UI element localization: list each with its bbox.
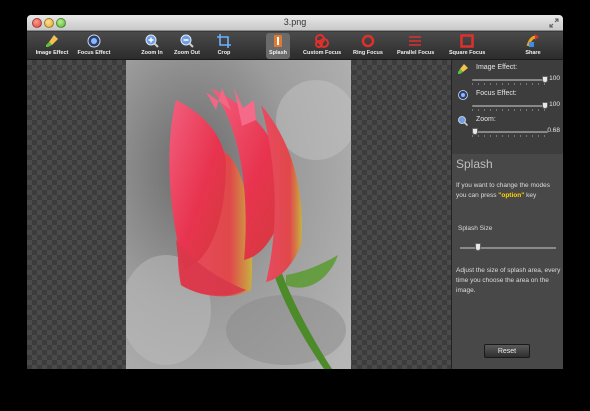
window-title: 3.png bbox=[283, 17, 307, 27]
ring-focus-label: Ring Focus bbox=[353, 50, 383, 56]
custom-focus-icon bbox=[315, 34, 329, 48]
zoom-slider-ticks bbox=[472, 135, 548, 137]
splash-size-slider-knob[interactable] bbox=[475, 243, 482, 251]
splash-label: Splash bbox=[268, 50, 288, 56]
focus-effect-slider-label: Focus Effect: bbox=[476, 90, 517, 97]
mode-title: Splash bbox=[456, 157, 493, 171]
share-icon bbox=[526, 34, 539, 47]
zoom-value: 0.68 bbox=[547, 127, 560, 134]
splash-button[interactable]: Splash bbox=[266, 33, 290, 59]
parallel-focus-icon bbox=[409, 36, 421, 46]
parallel-focus-button[interactable]: Parallel Focus bbox=[397, 33, 435, 59]
brush-icon bbox=[46, 35, 58, 47]
square-focus-button[interactable]: Square Focus bbox=[449, 33, 485, 59]
focus-effect-label: Focus Effect bbox=[77, 50, 111, 56]
splash-size-description: Adjust the size of splash area, every ti… bbox=[456, 267, 561, 294]
mode-info-box: Splash If you want to change the modes y… bbox=[452, 154, 563, 369]
focus-effect-slider-ticks bbox=[472, 109, 548, 111]
zoom-slider-knob[interactable] bbox=[472, 128, 478, 135]
app-window: 3.png Image Effect Focus Effect Zoom In … bbox=[27, 15, 563, 369]
splash-icon bbox=[274, 35, 282, 47]
custom-focus-label: Custom Focus bbox=[303, 50, 342, 56]
share-button[interactable]: Share bbox=[521, 33, 545, 59]
crop-icon bbox=[217, 34, 231, 48]
parallel-focus-label: Parallel Focus bbox=[397, 50, 435, 56]
focus-effect-slider-track[interactable] bbox=[472, 105, 548, 107]
square-focus-label: Square Focus bbox=[449, 50, 486, 56]
settings-panel: Image Effect: 100 Focus Effect: 100 Zoom… bbox=[451, 60, 563, 369]
image-effect-slider-label: Image Effect: bbox=[476, 64, 518, 71]
zoom-slider-label: Zoom: bbox=[476, 116, 496, 123]
image-effect-slider-ticks bbox=[472, 83, 548, 85]
image-effect-button[interactable]: Image Effect bbox=[35, 33, 69, 59]
zoom-out-icon bbox=[180, 34, 194, 48]
image-canvas[interactable] bbox=[27, 60, 451, 369]
tulip-photo[interactable] bbox=[126, 60, 351, 369]
mode-description: If you want to change the modes you can … bbox=[456, 181, 562, 201]
image-effect-label: Image Effect bbox=[35, 50, 69, 56]
ring-focus-icon bbox=[361, 34, 375, 48]
lens-icon bbox=[87, 34, 101, 48]
square-focus-icon bbox=[460, 34, 474, 48]
focus-effect-slider-knob[interactable] bbox=[542, 102, 548, 109]
reset-button[interactable]: Reset bbox=[484, 344, 530, 358]
image-effect-value: 100 bbox=[549, 75, 560, 82]
zoom-slider-track[interactable] bbox=[472, 131, 548, 133]
toolbar: Image Effect Focus Effect Zoom In Zoom O… bbox=[27, 32, 563, 60]
title-bar: 3.png bbox=[27, 15, 563, 31]
zoom-row: Zoom: 0.68 bbox=[456, 115, 560, 139]
ring-focus-button[interactable]: Ring Focus bbox=[353, 33, 383, 59]
tulip-image bbox=[126, 60, 351, 369]
magnifier-icon bbox=[458, 116, 468, 126]
focus-effect-value: 100 bbox=[549, 101, 560, 108]
focus-effect-row: Focus Effect: 100 bbox=[456, 89, 560, 113]
option-key-highlight: "option" bbox=[498, 192, 525, 199]
zoom-out-button[interactable]: Zoom Out bbox=[173, 33, 201, 59]
image-effect-slider-knob[interactable] bbox=[542, 76, 548, 83]
crop-label: Crop bbox=[217, 50, 231, 56]
zoom-out-label: Zoom Out bbox=[174, 50, 200, 56]
image-effect-slider-track[interactable] bbox=[472, 79, 548, 81]
splash-size-label: Splash Size bbox=[458, 225, 493, 232]
mode-description-tail: key bbox=[524, 192, 537, 199]
focus-effect-button[interactable]: Focus Effect bbox=[77, 33, 111, 59]
brush-icon bbox=[458, 64, 468, 74]
zoom-in-label: Zoom In bbox=[141, 50, 163, 56]
fullscreen-icon[interactable] bbox=[549, 18, 559, 28]
zoom-in-icon bbox=[145, 34, 159, 48]
zoom-in-button[interactable]: Zoom In bbox=[139, 33, 165, 59]
custom-focus-button[interactable]: Custom Focus bbox=[303, 33, 341, 59]
crop-button[interactable]: Crop bbox=[213, 33, 235, 59]
share-label: Share bbox=[525, 50, 541, 56]
image-effect-row: Image Effect: 100 bbox=[456, 63, 560, 87]
lens-icon bbox=[458, 90, 468, 100]
